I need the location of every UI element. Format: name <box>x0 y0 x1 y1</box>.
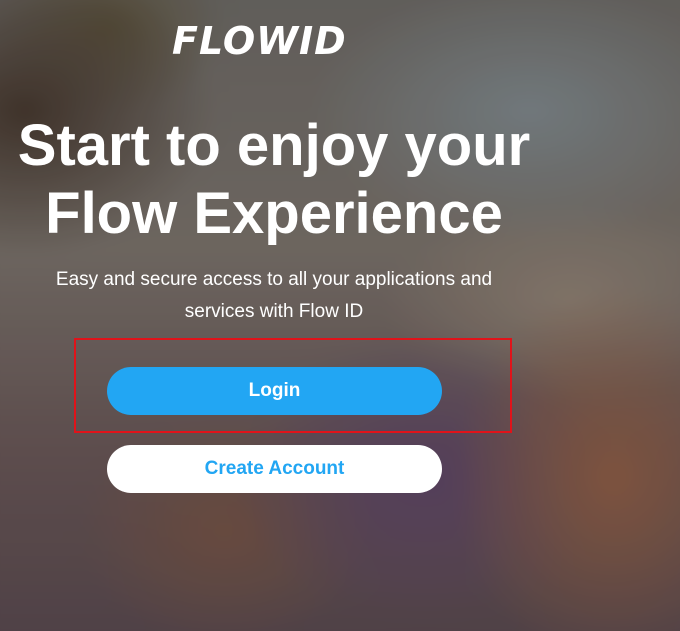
hero-headline: Start to enjoy your Flow Experience <box>0 112 548 248</box>
subtitle-line-2: services with Flow ID <box>184 301 364 322</box>
flow-id-logo: FLOWID <box>172 18 377 64</box>
headline-line-1: Start to enjoy your <box>17 113 531 178</box>
create-account-button[interactable]: Create Account <box>107 445 442 493</box>
logo-text: FLOWID <box>172 19 347 63</box>
hero-subtitle: Easy and secure access to all your appli… <box>0 264 548 328</box>
subtitle-line-1: Easy and secure access to all your appli… <box>55 269 493 290</box>
login-button[interactable]: Login <box>107 367 442 415</box>
headline-line-2: Flow Experience <box>45 181 503 246</box>
